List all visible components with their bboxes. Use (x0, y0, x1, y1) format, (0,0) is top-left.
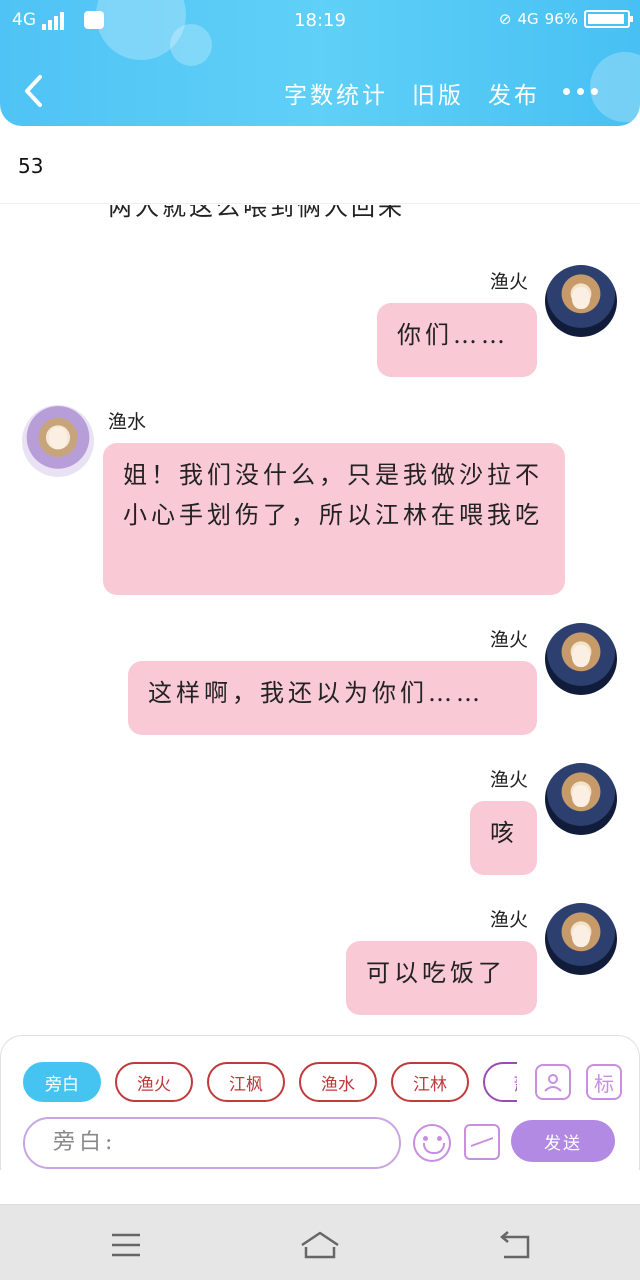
message-bubble[interactable]: 姐！我们没什么，只是我做沙拉不小心手划伤了，所以江林在喂我吃 (103, 443, 565, 595)
back-nav-icon[interactable] (494, 1227, 538, 1263)
image-icon[interactable] (464, 1124, 500, 1160)
count-value: 53 (18, 154, 44, 178)
role-tag-narrator[interactable]: 旁白 (23, 1062, 101, 1102)
message-bubble[interactable]: 咳 (470, 801, 537, 875)
avatar[interactable] (545, 623, 617, 695)
input-panel: 旁白 渔火 江枫 渔水 江林 萧 标 旁白: 发送 (0, 1035, 640, 1170)
status-bar: 4G 18:19 ⊘ 4G 96% (0, 0, 640, 44)
emoji-icon[interactable] (413, 1124, 451, 1162)
word-count-button[interactable]: 字数统计 (284, 76, 388, 110)
battery-percent: 96% (544, 10, 578, 28)
alarm-off-icon: ⊘ (498, 10, 512, 28)
role-tag[interactable]: 萧 (483, 1062, 517, 1102)
sender-name: 渔火 (490, 769, 529, 791)
avatar[interactable] (545, 265, 617, 337)
chat-area[interactable]: 两人就这么喂到俩人回来 渔火 你们…… 渔水 姐！我们没什么，只是我做沙拉不小心… (0, 205, 640, 1035)
role-tag[interactable]: 渔火 (115, 1062, 193, 1102)
old-version-button[interactable]: 旧版 (412, 76, 464, 110)
home-icon[interactable] (298, 1227, 342, 1263)
sender-name: 渔水 (108, 411, 147, 433)
more-icon[interactable] (563, 88, 598, 95)
role-tag[interactable]: 江枫 (207, 1062, 285, 1102)
message-bubble[interactable]: 这样啊，我还以为你们…… (128, 661, 537, 735)
network-type-right: 4G (517, 10, 539, 28)
sender-name: 渔火 (490, 271, 529, 293)
avatar[interactable] (545, 903, 617, 975)
avatar[interactable] (545, 763, 617, 835)
send-button[interactable]: 发送 (511, 1120, 615, 1162)
sender-name: 渔火 (490, 909, 529, 931)
role-tag[interactable]: 江林 (391, 1062, 469, 1102)
message-bubble[interactable]: 你们…… (377, 303, 537, 377)
menu-icon[interactable] (104, 1227, 148, 1263)
app-header: 4G 18:19 ⊘ 4G 96% 字数统计 旧版 发布 (0, 0, 640, 126)
role-tag[interactable]: 渔水 (299, 1062, 377, 1102)
message-bubble[interactable]: 可以吃饭了 (346, 941, 537, 1015)
system-nav-bar (0, 1204, 640, 1280)
count-bar: 53 (0, 126, 640, 204)
role-manage-icon[interactable] (535, 1064, 571, 1100)
battery-icon (584, 10, 633, 28)
role-tags: 旁白 渔火 江枫 渔水 江林 萧 (23, 1062, 517, 1104)
decor-bubble (590, 52, 640, 122)
back-arrow-icon[interactable] (22, 74, 44, 108)
mark-button[interactable]: 标 (586, 1064, 622, 1100)
toolbar: 字数统计 旧版 发布 (284, 76, 540, 110)
sender-name: 渔火 (490, 629, 529, 651)
publish-button[interactable]: 发布 (488, 76, 540, 110)
avatar[interactable] (22, 405, 94, 477)
narration-text: 两人就这么喂到俩人回来 (108, 205, 405, 221)
message-input[interactable]: 旁白: (23, 1117, 401, 1169)
